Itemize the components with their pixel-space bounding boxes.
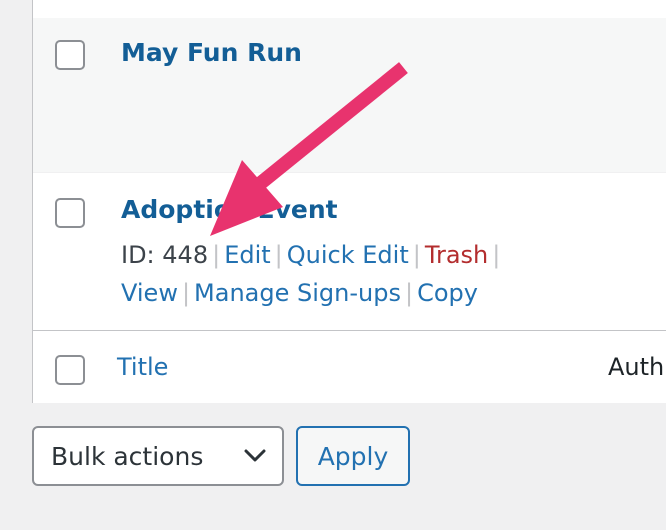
row-checkbox[interactable]: [55, 40, 85, 70]
row-checkbox[interactable]: [55, 198, 85, 228]
posts-table: May Fun Run Adoption Event ID: 448 | Edit |…: [32, 0, 666, 403]
manage-signups-link[interactable]: Manage Sign-ups: [194, 279, 401, 307]
post-title-link[interactable]: Adoption Event: [121, 195, 338, 224]
table-footer: Title Auth: [33, 330, 666, 403]
bulk-actions-select[interactable]: Bulk actions: [32, 426, 284, 486]
copy-link[interactable]: Copy: [417, 279, 478, 307]
author-column-header[interactable]: Auth: [608, 353, 664, 381]
separator: |: [212, 241, 221, 269]
apply-button-label: Apply: [317, 442, 389, 471]
previous-row-edge: [33, 0, 666, 18]
separator: |: [404, 279, 414, 307]
row-actions-line-2: View | Manage Sign-ups | Copy: [121, 279, 478, 307]
view-link[interactable]: View: [121, 279, 178, 307]
title-column-header[interactable]: Title: [117, 353, 168, 381]
apply-button[interactable]: Apply: [296, 426, 410, 486]
quick-edit-link[interactable]: Quick Edit: [287, 241, 409, 269]
table-row: Adoption Event ID: 448 | Edit | Quick Edit | T…: [33, 172, 666, 330]
chevron-down-icon: [244, 448, 266, 467]
row-actions-line-1: ID: 448 | Edit | Quick Edit | Trash |: [121, 241, 504, 269]
post-title-link[interactable]: May Fun Run: [121, 38, 302, 67]
select-all-checkbox[interactable]: [55, 355, 85, 385]
separator: |: [492, 241, 501, 269]
separator: |: [274, 241, 283, 269]
table-row: May Fun Run: [33, 0, 666, 172]
trash-link[interactable]: Trash: [425, 241, 488, 269]
bulk-actions-value: Bulk actions: [51, 442, 204, 471]
post-id-label: ID: 448: [121, 241, 209, 269]
edit-link[interactable]: Edit: [224, 241, 270, 269]
separator: |: [181, 279, 191, 307]
separator: |: [412, 241, 421, 269]
